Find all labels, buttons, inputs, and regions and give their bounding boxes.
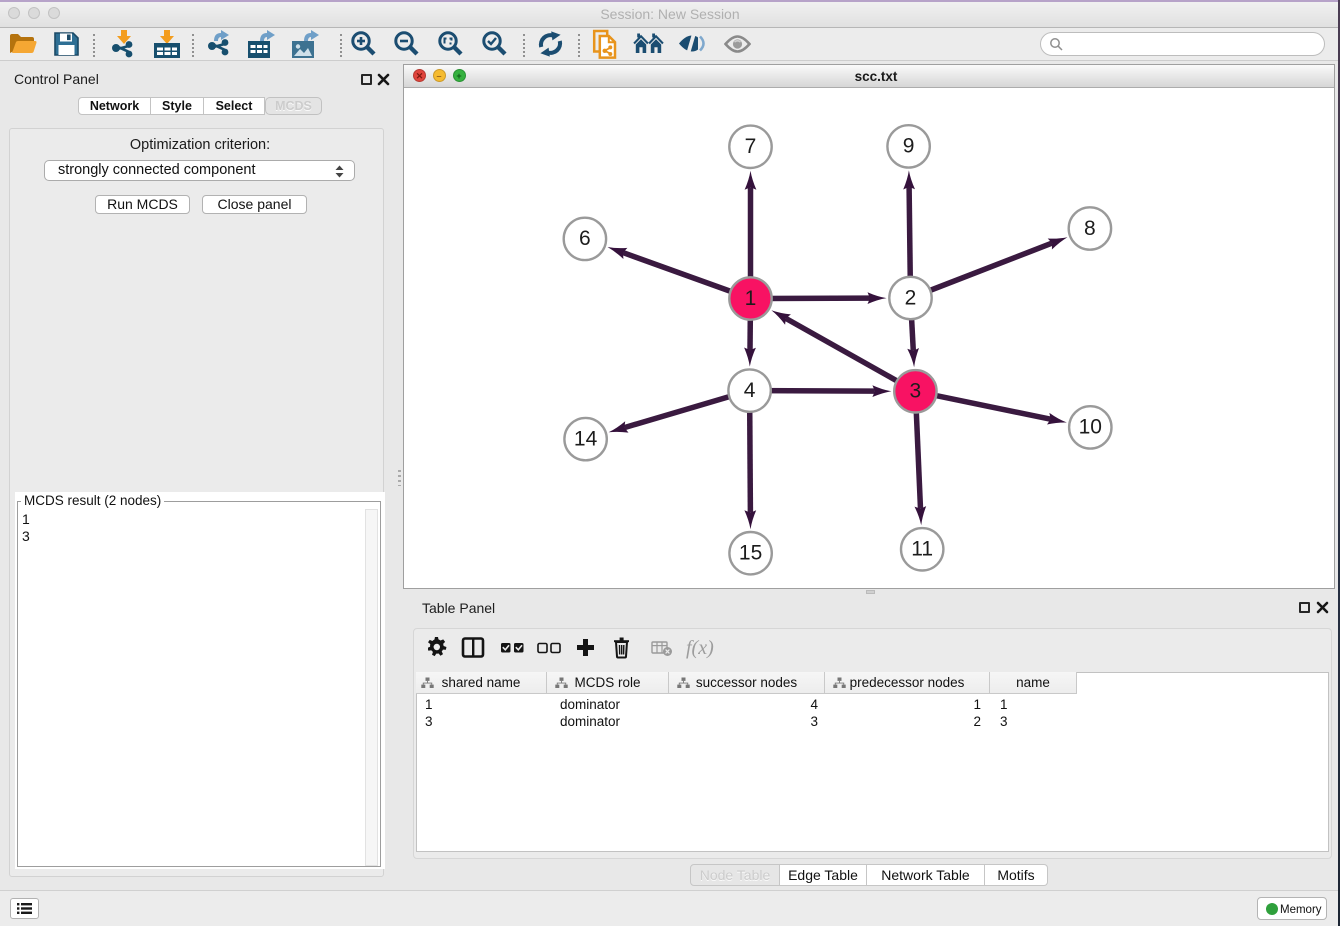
svg-text:6: 6	[579, 227, 591, 250]
svg-text:15: 15	[739, 542, 762, 565]
svg-text:3: 3	[910, 380, 922, 403]
svg-text:14: 14	[574, 427, 598, 450]
svg-text:10: 10	[1079, 416, 1102, 439]
svg-text:4: 4	[744, 379, 756, 402]
svg-text:2: 2	[905, 286, 917, 309]
svg-text:f(x): f(x)	[686, 637, 714, 659]
svg-text:11: 11	[911, 538, 933, 561]
svg-text:1: 1	[745, 287, 757, 310]
svg-text:7: 7	[745, 135, 757, 158]
svg-text:9: 9	[903, 135, 915, 158]
svg-text:8: 8	[1084, 217, 1096, 240]
